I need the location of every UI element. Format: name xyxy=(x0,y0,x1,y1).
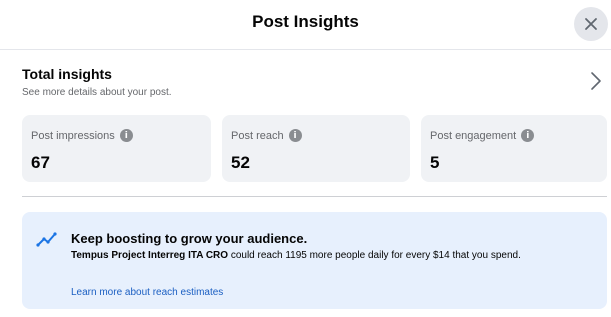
total-insights-row[interactable]: Total insights See more details about yo… xyxy=(22,66,607,106)
total-insights-title: Total insights xyxy=(22,66,112,82)
reach-estimates-link[interactable]: Learn more about reach estimates xyxy=(71,287,223,298)
chevron-right-icon xyxy=(591,72,601,90)
section-divider xyxy=(22,196,607,197)
info-icon[interactable]: i xyxy=(521,129,535,142)
stat-value: 67 xyxy=(31,153,50,172)
close-button[interactable] xyxy=(574,7,608,41)
boost-body-text: could reach 1195 more people daily for e… xyxy=(228,250,521,261)
info-icon[interactable]: i xyxy=(288,129,302,142)
stat-value: 5 xyxy=(430,153,440,172)
boost-banner: Keep boosting to grow your audience. Tem… xyxy=(22,212,607,309)
dialog-header: Post Insights xyxy=(0,0,611,50)
boost-title: Keep boosting to grow your audience. xyxy=(71,231,308,246)
info-icon[interactable]: i xyxy=(119,129,133,142)
stat-card-engagement: Post engagement i 5 xyxy=(421,115,607,182)
boost-body: Tempus Project Interreg ITA CRO could re… xyxy=(71,249,591,262)
stat-label: Post impressions xyxy=(31,129,115,142)
trend-up-icon xyxy=(36,232,57,247)
stat-label: Post engagement xyxy=(430,129,517,142)
stat-card-impressions: Post impressions i 67 xyxy=(22,115,211,182)
stat-card-reach: Post reach i 52 xyxy=(222,115,410,182)
stat-value: 52 xyxy=(231,153,250,172)
stat-label: Post reach xyxy=(231,129,284,142)
close-icon xyxy=(585,18,597,30)
total-insights-subtitle: See more details about your post. xyxy=(22,87,172,98)
dialog-title: Post Insights xyxy=(252,12,359,31)
page-name: Tempus Project Interreg ITA CRO xyxy=(71,250,229,261)
